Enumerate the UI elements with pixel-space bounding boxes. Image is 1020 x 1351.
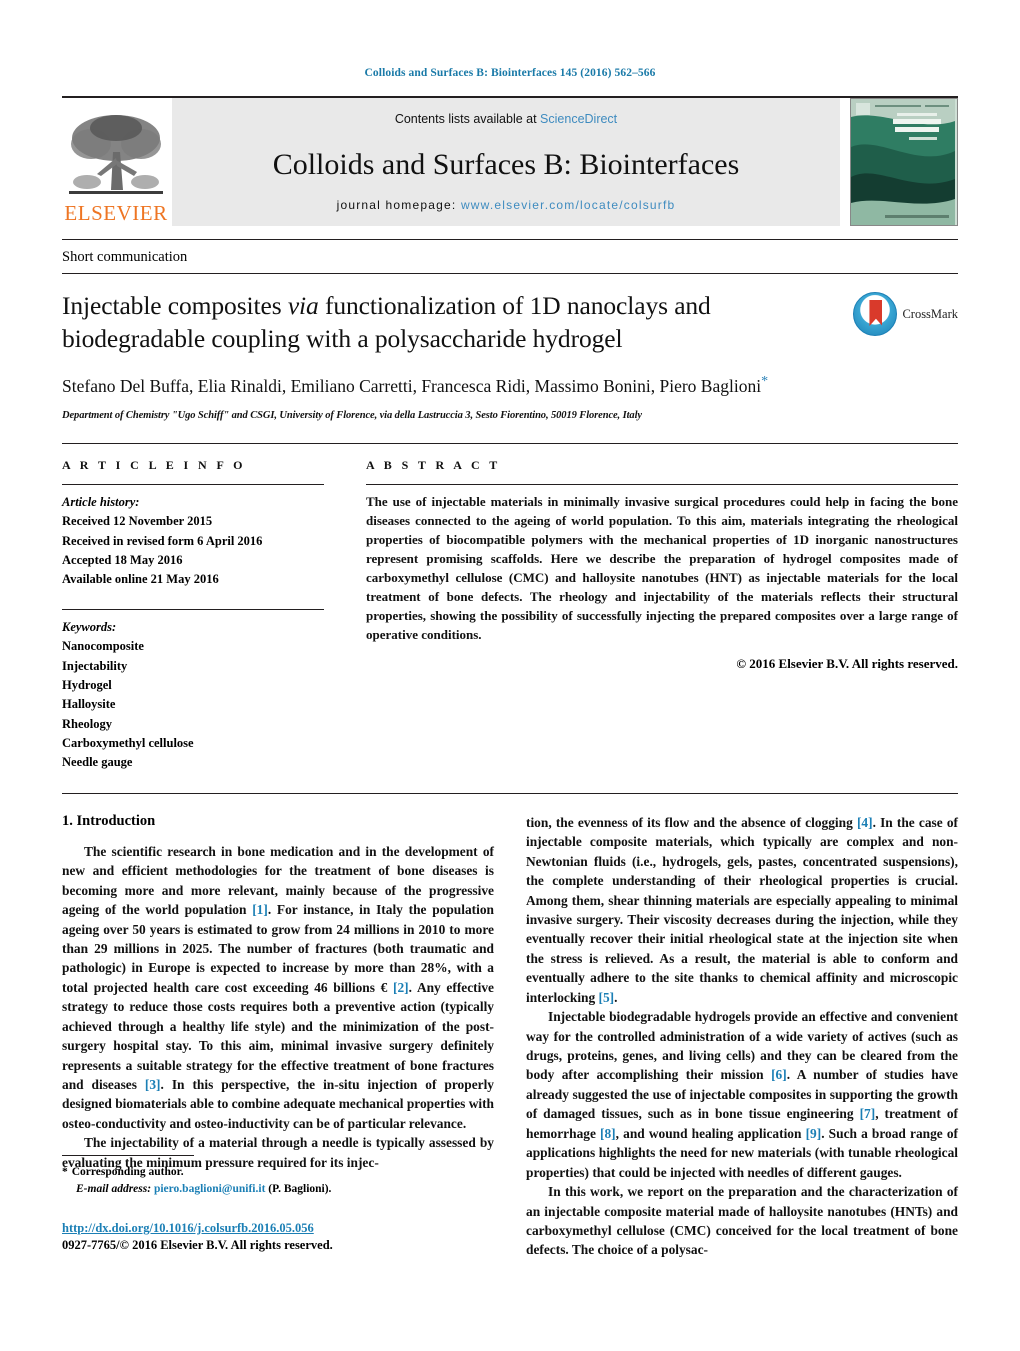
article-history-list-item: Available online 21 May 2016 [62, 572, 219, 587]
section-title-introduction: 1. Introduction [62, 812, 156, 829]
citation-link[interactable]: [8] [600, 1126, 616, 1141]
citation-link[interactable]: [4] [857, 815, 873, 830]
elsevier-wordmark: ELSEVIER [64, 201, 168, 225]
issn-copyright-line: 0927-7765/© 2016 Elsevier B.V. All right… [62, 1238, 333, 1252]
keywords-rule [62, 608, 324, 610]
journal-homepage-line: journal homepage: www.elsevier.com/locat… [172, 198, 840, 212]
doi-link[interactable]: http://dx.doi.org/10.1016/j.colsurfb.201… [62, 1220, 482, 1238]
crossmark-icon [853, 292, 898, 336]
article-page: Colloids and Surfaces B: Biointerfaces 1… [0, 0, 1020, 1351]
authors-text: Stefano Del Buffa, Elia Rinaldi, Emilian… [62, 376, 762, 397]
footnote-rule [62, 1155, 194, 1156]
article-history-list: Received 12 November 2015 Received in rev… [62, 512, 324, 590]
author-list: Stefano Del Buffa, Elia Rinaldi, Emilian… [62, 372, 807, 399]
page-title: Injectable composites via functionalizat… [62, 290, 802, 355]
doi-block: http://dx.doi.org/10.1016/j.colsurfb.201… [62, 1220, 482, 1255]
journal-masthead: ELSEVIER Contents lists available at Sci… [62, 96, 958, 226]
paragraph-text: tion, the evenness of its flow and the a… [526, 814, 857, 830]
corresponding-author-marker: * [761, 374, 769, 390]
keywords-list-item: Hydrogel [62, 677, 112, 692]
title-part1: Injectable composites [62, 291, 288, 320]
article-history-list-item: Received 12 November 2015 [62, 514, 213, 529]
footnote-star-icon: * [62, 1166, 68, 1178]
footnote-block: * Corresponding author. E-mail address: p… [62, 1155, 482, 1255]
abstract-rule [366, 483, 958, 485]
title-block: Injectable composites via functionalizat… [62, 274, 958, 421]
running-head: Colloids and Surfaces B: Biointerfaces 1… [364, 67, 656, 79]
keywords-list-item: Nanocomposite [62, 639, 144, 654]
elsevier-logo: ELSEVIER [62, 98, 170, 226]
email-suffix: (P. Baglioni). [268, 1183, 332, 1196]
article-type-bar: Short communication [62, 239, 958, 274]
info-abstract-section: A R T I C L E I N F O Article history: R… [62, 442, 958, 773]
keywords-list: Nanocomposite Injectability Hydrogel Halloy… [62, 637, 324, 773]
corresponding-author-note: * Corresponding author. [62, 1164, 482, 1181]
left-paragraphs: The scientific research in bone medicati… [62, 842, 494, 1172]
affiliation: Department of Chemistry "Ugo Schiff" and… [62, 409, 642, 421]
homepage-prefix: journal homepage: [336, 198, 461, 212]
crossmark-label: CrossMark [902, 306, 958, 321]
abstract-heading: A B S T R A C T [366, 457, 501, 472]
article-info-rule [62, 483, 324, 485]
email-address-label: E-mail address: [76, 1183, 152, 1196]
keywords-list-item: Injectability [62, 658, 128, 673]
article-info-column: A R T I C L E I N F O Article history: R… [62, 458, 354, 773]
article-history-list-item: Accepted 18 May 2016 [62, 553, 183, 568]
contents-available-line: Contents lists available at ScienceDirec… [172, 112, 840, 126]
abstract-text: The use of injectable materials in minim… [366, 493, 958, 642]
article-history-list-item: Received in revised form 6 April 2016 [62, 533, 263, 548]
email-link[interactable]: piero.baglioni@unifi.it [154, 1183, 265, 1195]
journal-title: Colloids and Surfaces B: Biointerfaces [272, 147, 740, 181]
corresponding-author-text: Corresponding author. [71, 1166, 184, 1178]
email-note: E-mail address: piero.baglioni@unifi.it … [62, 1181, 482, 1198]
body-paragraph: In this work, we report on the preparati… [526, 1182, 958, 1260]
citation-link[interactable]: [7] [860, 1106, 876, 1121]
abstract-column: A B S T R A C T The use of injectable ma… [354, 458, 958, 773]
keywords-list-item: Carboxymethyl cellulose [62, 736, 194, 751]
citation-link[interactable]: [5] [599, 990, 615, 1005]
keywords-block: Keywords: Nanocomposite Injectability Hydr… [62, 608, 324, 773]
body-paragraph: The scientific research in bone medicati… [62, 842, 494, 1134]
keywords-list-item: Rheology [62, 716, 112, 731]
crossmark-badge-group[interactable]: CrossMark [853, 292, 958, 336]
abstract-copyright: © 2016 Elsevier B.V. All rights reserved… [736, 655, 958, 671]
homepage-url-link[interactable]: www.elsevier.com/locate/colsurfb [461, 198, 675, 212]
article-history-label: Article history: [62, 494, 140, 509]
article-info-heading: A R T I C L E I N F O [62, 457, 246, 472]
sciencedirect-link[interactable]: ScienceDirect [540, 112, 617, 126]
citation-link[interactable]: [9] [806, 1126, 822, 1141]
masthead-center: Contents lists available at ScienceDirec… [172, 98, 840, 226]
body-paragraph: Injectable biodegradable hydrogels provi… [526, 1007, 958, 1182]
keywords-list-item: Halloysite [62, 697, 116, 712]
journal-cover-thumbnail [850, 98, 958, 226]
body-column-right: tion, the evenness of its flow and the a… [526, 813, 958, 1258]
citation-link[interactable]: [1] [252, 902, 268, 917]
contents-prefix: Contents lists available at [394, 112, 541, 126]
keywords-list-item: Needle gauge [62, 755, 133, 770]
paragraph-text: . [614, 989, 618, 1005]
paragraph-text: In this work, we report on the preparati… [526, 1184, 958, 1258]
keywords-label: Keywords: [62, 619, 117, 634]
paragraph-text: . In the case of injectable composite ma… [526, 814, 958, 1005]
paragraph-text: . Any effective strategy to reduce those… [62, 979, 494, 1093]
elsevier-tree-icon [67, 110, 165, 202]
citation-link[interactable]: [6] [771, 1067, 787, 1082]
citation-link[interactable]: [3] [145, 1077, 161, 1092]
citation-link[interactable]: [2] [393, 980, 409, 995]
body-paragraph: tion, the evenness of its flow and the a… [526, 813, 958, 1007]
paragraph-text: , and wound healing application [615, 1125, 806, 1141]
title-italic-via: via [287, 291, 319, 320]
right-paragraphs: tion, the evenness of its flow and the a… [526, 813, 958, 1260]
